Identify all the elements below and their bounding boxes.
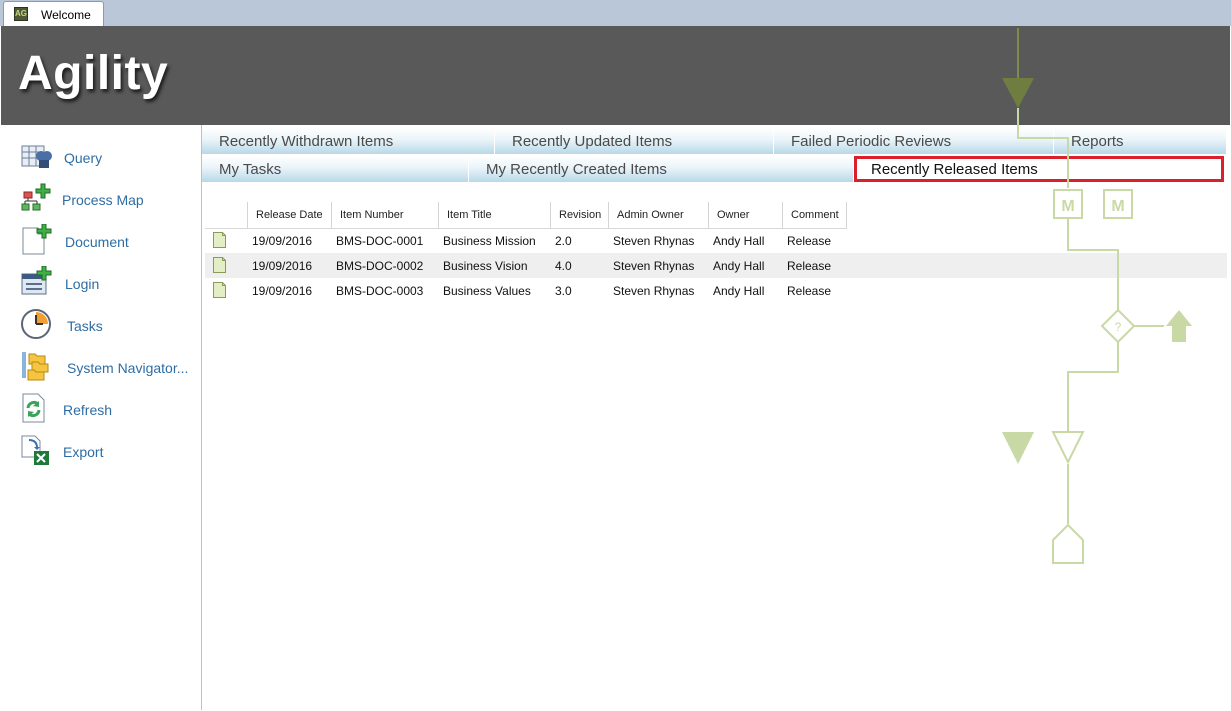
- tab-label: Failed Periodic Reviews: [791, 133, 952, 150]
- tab-label: Recently Withdrawn Items: [219, 133, 394, 150]
- cell-item-number: BMS-DOC-0003: [336, 284, 424, 298]
- refresh-icon: [22, 393, 45, 423]
- main-content: Recently Withdrawn Items Recently Update…: [202, 125, 1230, 710]
- app-title: Agility: [18, 47, 169, 100]
- folders-icon: [22, 352, 49, 381]
- clock-icon: [21, 309, 51, 339]
- cell-item-title: Business Mission: [443, 234, 536, 248]
- document-icon: [213, 257, 226, 273]
- sidebar-item-export[interactable]: Export: [1, 434, 201, 474]
- column-header-release-date[interactable]: Release Date: [248, 202, 332, 228]
- cell-item-title: Business Vision: [443, 259, 528, 273]
- cell-release-date: 19/09/2016: [252, 259, 313, 273]
- table-row[interactable]: 19/09/2016 BMS-DOC-0003 Business Values …: [205, 278, 1227, 303]
- column-header-item-number[interactable]: Item Number: [332, 202, 439, 228]
- process-map-icon: [21, 183, 51, 211]
- document-tab-strip: AG Welcome: [0, 0, 1231, 26]
- sidebar-item-document[interactable]: Document: [1, 224, 201, 264]
- column-header-icon[interactable]: [205, 202, 248, 228]
- sidebar-item-login[interactable]: Login: [1, 266, 201, 306]
- login-icon: [21, 266, 52, 295]
- query-icon: [21, 145, 52, 168]
- cell-admin-owner: Steven Rhynas: [613, 234, 695, 248]
- table-row[interactable]: 19/09/2016 BMS-DOC-0002 Business Vision …: [205, 253, 1227, 278]
- cell-comment: Release: [787, 234, 832, 248]
- document-icon: [213, 282, 226, 298]
- tab-my-tasks[interactable]: My Tasks: [202, 156, 469, 182]
- cell-release-date: 19/09/2016: [252, 284, 313, 298]
- tab-label: Reports: [1071, 133, 1124, 150]
- sidebar-item-tasks[interactable]: Tasks: [1, 308, 201, 348]
- cell-owner: Andy Hall: [713, 284, 765, 298]
- cell-item-number: BMS-DOC-0001: [336, 234, 424, 248]
- cell-admin-owner: Steven Rhynas: [613, 284, 695, 298]
- column-header-admin-owner[interactable]: Admin Owner: [609, 202, 709, 228]
- tab-recently-updated-items[interactable]: Recently Updated Items: [495, 128, 774, 154]
- cell-owner: Andy Hall: [713, 234, 765, 248]
- sidebar-item-process-map[interactable]: Process Map: [1, 182, 201, 222]
- sidebar-item-system-navigator[interactable]: System Navigator...: [1, 350, 201, 390]
- sidebar-item-label: Tasks: [67, 318, 103, 334]
- sidebar: Query Process Map Document Login Tasks S…: [1, 125, 202, 710]
- tab-failed-periodic-reviews[interactable]: Failed Periodic Reviews: [774, 128, 1054, 154]
- sidebar-item-query[interactable]: Query: [1, 140, 201, 180]
- cell-item-number: BMS-DOC-0002: [336, 259, 424, 273]
- cell-release-date: 19/09/2016: [252, 234, 313, 248]
- sidebar-item-label: System Navigator...: [67, 360, 189, 376]
- tab-label: Recently Updated Items: [512, 133, 673, 150]
- column-header-owner[interactable]: Owner: [709, 202, 783, 228]
- welcome-tab[interactable]: AG Welcome: [3, 1, 104, 26]
- sidebar-item-label: Login: [65, 276, 100, 292]
- grid-header: Release Date Item Number Item Title Revi…: [205, 202, 847, 229]
- sidebar-item-label: Refresh: [63, 402, 113, 418]
- column-header-item-title[interactable]: Item Title: [439, 202, 551, 228]
- cell-revision: 4.0: [555, 259, 572, 273]
- sidebar-item-label: Export: [63, 444, 104, 460]
- cell-revision: 2.0: [555, 234, 572, 248]
- tab-my-recently-created-items[interactable]: My Recently Created Items: [469, 156, 854, 182]
- sidebar-item-label: Process Map: [62, 192, 144, 208]
- document-add-icon: [22, 224, 52, 255]
- sidebar-item-refresh[interactable]: Refresh: [1, 392, 201, 432]
- tab-label: My Tasks: [219, 161, 282, 178]
- tab-recently-withdrawn-items[interactable]: Recently Withdrawn Items: [202, 128, 495, 154]
- header-banner: Agility: [1, 26, 1230, 125]
- welcome-tab-label: Welcome: [41, 8, 91, 22]
- cell-comment: Release: [787, 284, 832, 298]
- cell-revision: 3.0: [555, 284, 572, 298]
- column-header-comment[interactable]: Comment: [783, 202, 847, 228]
- agility-app-icon: AG: [14, 7, 28, 21]
- cell-admin-owner: Steven Rhynas: [613, 259, 695, 273]
- cell-owner: Andy Hall: [713, 259, 765, 273]
- cell-item-title: Business Values: [443, 284, 531, 298]
- tab-label: My Recently Created Items: [486, 161, 667, 178]
- sidebar-item-label: Query: [64, 150, 103, 166]
- tab-label: Recently Released Items: [871, 161, 1038, 178]
- sidebar-item-label: Document: [65, 234, 129, 250]
- column-header-revision[interactable]: Revision: [551, 202, 609, 228]
- table-row[interactable]: 19/09/2016 BMS-DOC-0001 Business Mission…: [205, 228, 1227, 253]
- tab-recently-released-items[interactable]: Recently Released Items: [854, 156, 1224, 182]
- cell-comment: Release: [787, 259, 832, 273]
- excel-export-icon: [21, 435, 49, 465]
- document-icon: [213, 232, 226, 248]
- tab-reports[interactable]: Reports: [1054, 128, 1227, 154]
